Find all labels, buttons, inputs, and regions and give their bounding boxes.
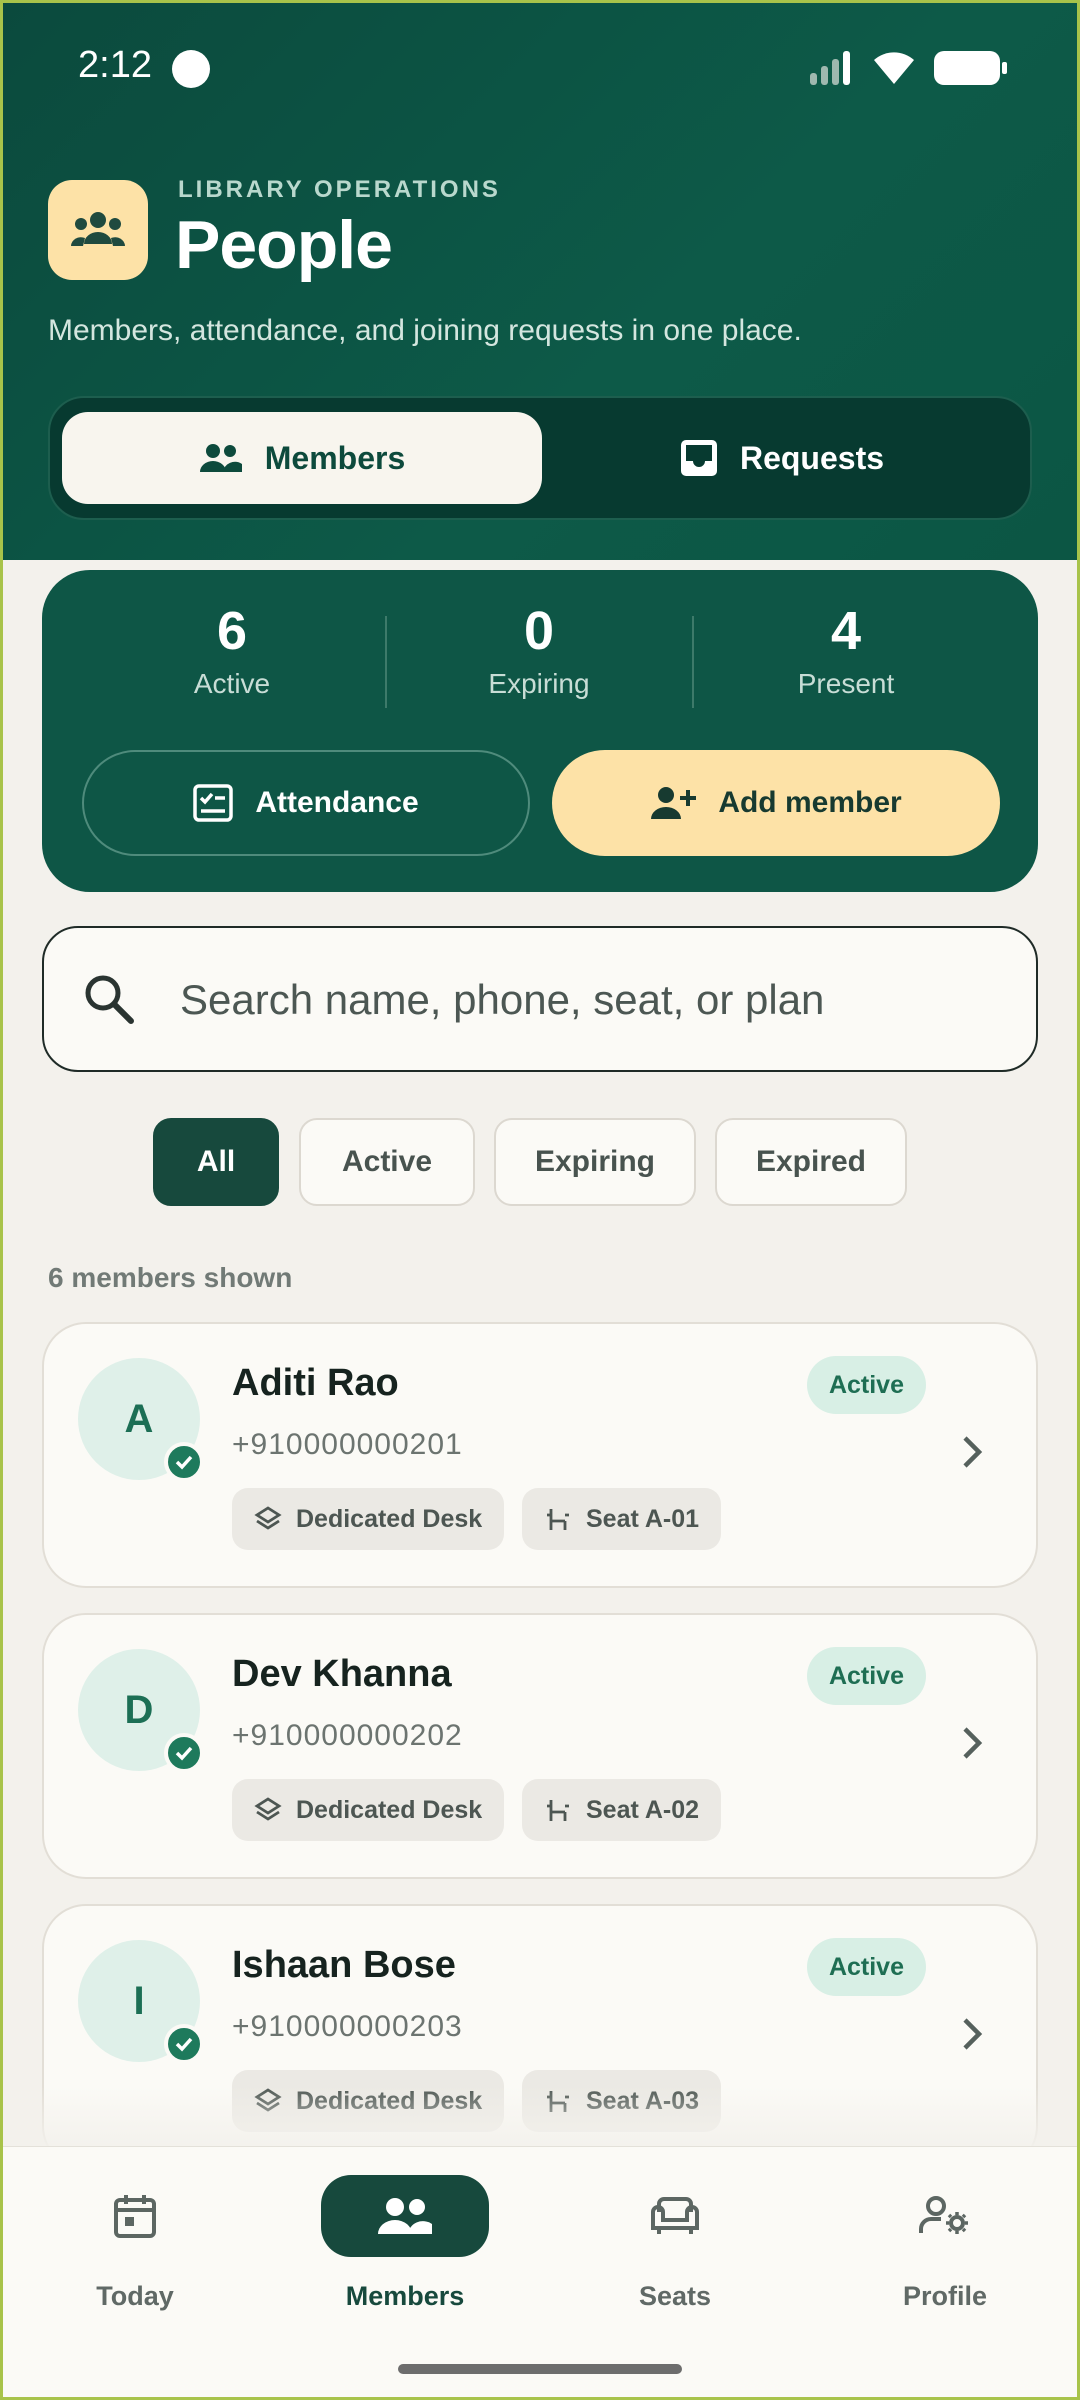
home-indicator[interactable]: [398, 2364, 682, 2374]
stat-present: 4 Present: [696, 600, 996, 700]
seat-label: Seat A-03: [586, 2086, 700, 2115]
chevron-right-icon: [963, 2018, 983, 2050]
member-name: Ishaan Bose: [232, 1944, 456, 1986]
member-phone: +910000000202: [232, 1719, 463, 1752]
seat-tag: Seat A-02: [522, 1779, 722, 1841]
add-member-label: Add member: [718, 786, 902, 819]
member-phone: +910000000201: [232, 1428, 463, 1461]
seat-tag: Seat A-03: [522, 2070, 722, 2132]
signal-icon: [810, 51, 850, 85]
nav-item-profile[interactable]: Profile: [810, 2147, 1080, 2347]
status-badge: Active: [806, 1938, 926, 1996]
filter-chips: All Active Expiring Expired: [0, 1118, 1080, 1208]
nav-label-today: Today: [96, 2281, 174, 2311]
nav-item-seats[interactable]: Seats: [540, 2147, 810, 2347]
chair-icon: [547, 2091, 569, 2112]
nav-label-seats: Seats: [638, 2281, 712, 2311]
member-count: 6 members shown: [48, 1262, 293, 1293]
plan-tag: Dedicated Desk: [232, 1488, 505, 1550]
status-time: 2:12: [78, 44, 152, 86]
filter-all[interactable]: All: [153, 1118, 279, 1206]
user-settings-icon: [861, 2175, 1029, 2257]
page-subtitle: Members, attendance, and joining request…: [48, 314, 802, 347]
sofa-icon: [591, 2175, 759, 2257]
plan-label: Dedicated Desk: [296, 1504, 483, 1533]
check-icon: [164, 1442, 204, 1482]
plan-tag: Dedicated Desk: [232, 2070, 505, 2132]
tab-requests[interactable]: Requests: [542, 412, 1022, 504]
checklist-icon: [193, 784, 234, 822]
stat-label: Active: [193, 668, 271, 699]
check-icon: [164, 1733, 204, 1773]
stat-label: Present: [797, 668, 895, 699]
member-list: A Aditi Rao +910000000201 Active Dedicat…: [0, 1320, 1080, 2146]
inbox-icon: [680, 440, 717, 476]
person-add-icon: [651, 787, 697, 819]
chevron-right-icon: [963, 1727, 983, 1759]
group-icon: [48, 180, 148, 280]
seat-tag: Seat A-01: [522, 1488, 722, 1550]
bottom-nav: Today Members Seats Profile: [0, 2146, 1080, 2400]
stat-divider: [692, 616, 694, 708]
member-name: Aditi Rao: [232, 1362, 399, 1404]
page-title: People: [175, 207, 393, 283]
layers-icon: [254, 1797, 282, 1821]
plan-tag: Dedicated Desk: [232, 1779, 505, 1841]
chair-icon: [547, 1800, 569, 1821]
people-icon: [321, 2175, 489, 2257]
layers-icon: [254, 1506, 282, 1530]
stats-card: 6 Active 0 Expiring 4 Present Attendance…: [42, 570, 1038, 892]
nav-item-members[interactable]: Members: [270, 2147, 540, 2347]
people-icon: [199, 444, 242, 472]
tab-members-label: Members: [264, 439, 406, 476]
chevron-right-icon: [963, 1436, 983, 1468]
attendance-button[interactable]: Attendance: [82, 750, 530, 856]
segment-control: Members Requests: [48, 396, 1032, 520]
member-card[interactable]: A Aditi Rao +910000000201 Active Dedicat…: [42, 1322, 1038, 1588]
layers-icon: [254, 2088, 282, 2112]
tab-requests-label: Requests: [739, 439, 885, 476]
wifi-icon: [874, 52, 914, 84]
search-icon: [85, 975, 134, 1024]
stat-value: 6: [216, 601, 248, 661]
filter-expired[interactable]: Expired: [715, 1118, 907, 1206]
plan-label: Dedicated Desk: [296, 1795, 483, 1824]
member-card[interactable]: I Ishaan Bose +910000000203 Active Dedic…: [42, 1904, 1038, 2146]
nav-item-today[interactable]: Today: [0, 2147, 270, 2347]
stat-expiring: 0 Expiring: [389, 600, 689, 700]
nav-label-profile: Profile: [902, 2281, 988, 2311]
stat-value: 4: [830, 601, 862, 661]
member-phone: +910000000203: [232, 2010, 463, 2043]
plan-label: Dedicated Desk: [296, 2086, 483, 2115]
stat-active: 6 Active: [82, 600, 382, 700]
status-bar: 2:12: [0, 0, 1080, 140]
check-icon: [164, 2024, 204, 2064]
seat-label: Seat A-01: [586, 1504, 700, 1533]
filter-expiring[interactable]: Expiring: [494, 1118, 696, 1206]
header: 2:12 LIBRARY OPERATIONS People Members, …: [0, 0, 1080, 560]
member-name: Dev Khanna: [232, 1653, 452, 1695]
status-badge: Active: [806, 1647, 926, 1705]
stat-divider: [385, 616, 387, 708]
search-input[interactable]: Search name, phone, seat, or plan: [42, 926, 1038, 1072]
chair-icon: [547, 1509, 569, 1530]
status-badge: Active: [806, 1356, 926, 1414]
tab-members[interactable]: Members: [62, 412, 542, 504]
stat-label: Expiring: [488, 668, 590, 699]
status-icons: [808, 50, 1008, 86]
calendar-icon: [51, 2175, 219, 2257]
header-eyebrow: LIBRARY OPERATIONS: [178, 176, 501, 203]
nav-label-members: Members: [345, 2281, 465, 2311]
add-member-button[interactable]: Add member: [552, 750, 1000, 856]
attendance-label: Attendance: [255, 786, 419, 819]
member-card[interactable]: D Dev Khanna +910000000202 Active Dedica…: [42, 1613, 1038, 1879]
search-placeholder: Search name, phone, seat, or plan: [180, 976, 825, 1023]
filter-active[interactable]: Active: [299, 1118, 475, 1206]
seat-label: Seat A-02: [586, 1795, 700, 1824]
status-dot-icon: [172, 50, 210, 88]
stat-value: 0: [523, 601, 555, 661]
battery-icon: [934, 51, 1007, 85]
